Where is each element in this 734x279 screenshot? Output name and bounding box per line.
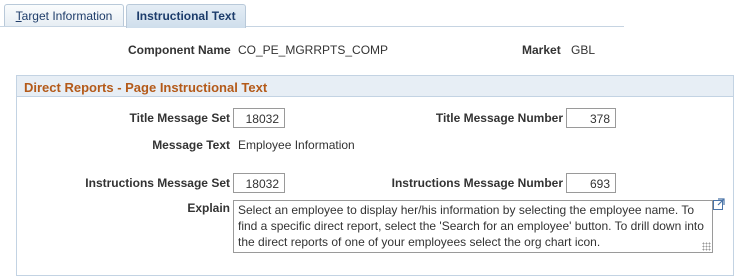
expand-icon[interactable] xyxy=(713,198,725,210)
market-label: Market xyxy=(522,43,561,57)
title-message-number-field[interactable]: 378 xyxy=(566,108,616,128)
resize-grip-icon[interactable] xyxy=(702,242,711,251)
title-message-set-field[interactable]: 18032 xyxy=(233,108,285,128)
instructions-message-number-label: Instructions Message Number xyxy=(391,176,563,190)
tab-target-information-label: arget Information xyxy=(21,9,113,23)
group-title: Direct Reports - Page Instructional Text xyxy=(17,76,733,97)
instructions-message-number-field[interactable]: 693 xyxy=(566,173,616,193)
tab-bar: Target Information Instructional Text xyxy=(0,0,734,28)
message-text-label: Message Text xyxy=(152,138,230,152)
component-name-value: CO_PE_MGRRPTS_COMP xyxy=(238,43,389,57)
explain-text: Select an employee to display her/his in… xyxy=(238,203,704,249)
tab-divider xyxy=(0,26,624,27)
message-text-value: Employee Information xyxy=(238,138,355,152)
explain-label: Explain xyxy=(187,201,230,215)
instructions-message-set-field[interactable]: 18032 xyxy=(233,173,285,193)
market-value: GBL xyxy=(571,43,596,57)
title-message-number-label: Title Message Number xyxy=(435,111,563,125)
component-name-label: Component Name xyxy=(128,43,231,57)
explain-textarea[interactable]: Select an employee to display her/his in… xyxy=(233,200,713,253)
title-message-set-label: Title Message Set xyxy=(129,111,231,125)
tab-target-information[interactable]: Target Information xyxy=(4,4,124,27)
instructions-message-set-label: Instructions Message Set xyxy=(85,176,230,190)
tab-instructional-text-label: Instructional Text xyxy=(136,9,236,23)
tab-instructional-text[interactable]: Instructional Text xyxy=(126,4,246,28)
